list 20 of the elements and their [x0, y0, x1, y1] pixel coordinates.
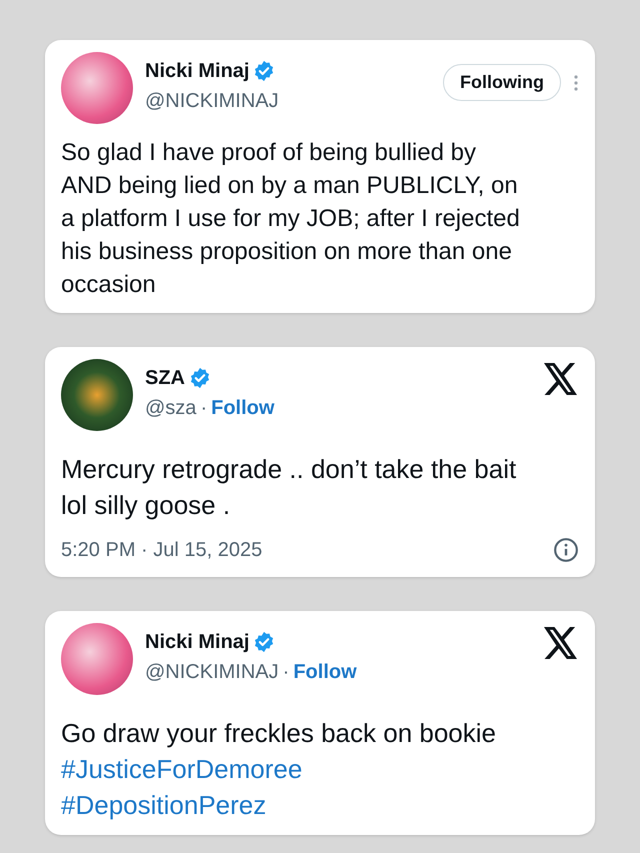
x-logo-icon — [543, 627, 579, 659]
tweet-timestamp: 5:20 PM · Jul 15, 2025 — [61, 538, 262, 563]
x-logo-icon — [543, 363, 579, 395]
hashtag-link[interactable]: #JusticeForDemoree — [61, 751, 579, 787]
separator-dot: · — [200, 396, 208, 421]
hashtag-link[interactable]: #DepositionPerez — [61, 787, 579, 823]
info-icon[interactable] — [553, 537, 579, 563]
separator-dot: · — [282, 660, 290, 685]
tweet-text: Mercury retrograde .. don’t take the bait lol silly goose . — [61, 453, 518, 522]
author-name: Nicki Minaj — [145, 59, 250, 84]
author-handle: @NICKIMINAJ — [145, 660, 279, 685]
follow-link[interactable]: Follow — [211, 393, 274, 423]
author-name: SZA — [145, 366, 185, 391]
author-handle: @NICKIMINAJ — [145, 89, 279, 114]
tweet-text: Go draw your freckles back on bookie — [61, 717, 497, 750]
author-handle: @sza — [145, 396, 196, 421]
follow-link[interactable]: Follow — [293, 657, 357, 687]
tweet-text: So glad I have proof of being bullied by AND being lied on by a man PUBLICLY, on a platform I use for my JOB; after I rejected his business proposition on more than one occasion — [61, 138, 521, 300]
author-name: Nicki Minaj — [145, 630, 250, 655]
following-button[interactable]: Following — [443, 64, 561, 101]
